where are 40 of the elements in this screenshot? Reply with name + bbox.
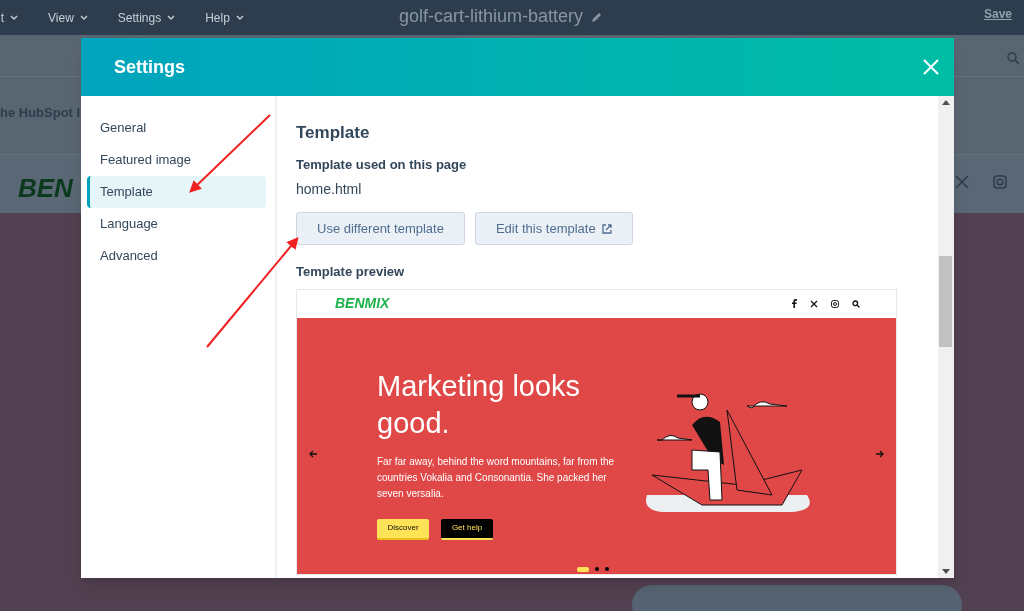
save-link[interactable]: Save <box>983 5 1012 23</box>
dialog-title: Settings <box>114 55 185 79</box>
search-icon[interactable] <box>852 299 860 308</box>
nav-item[interactable]: General <box>87 112 266 144</box>
hero-heading: Marketing looks good. <box>377 368 582 441</box>
instagram-icon[interactable] <box>831 299 839 308</box>
menu-button[interactable]: View <box>48 8 88 27</box>
facebook-icon[interactable] <box>791 299 797 308</box>
next-arrow-icon[interactable] <box>875 449 884 458</box>
help-button[interactable]: Get help <box>441 518 493 540</box>
menu-button[interactable]: Settings <box>117 8 176 27</box>
scrollbar[interactable] <box>938 96 954 578</box>
scroll-up-icon[interactable] <box>942 100 950 105</box>
caret-icon <box>79 15 88 20</box>
preview-logo: BENMIX <box>335 294 390 313</box>
page-title[interactable]: golf-cart-lithium-battery <box>399 3 584 30</box>
nav-item[interactable]: Language <box>87 208 266 240</box>
caret-icon <box>10 15 18 20</box>
hero-text: Far far away, behind the word mountains, far from the countries Vokalia and Consonantia. She packed her seven versalia. <box>377 454 616 501</box>
pencil-icon[interactable] <box>591 10 604 23</box>
edit-template-button[interactable]: Edit this template <box>474 212 633 245</box>
external-link-icon <box>601 223 612 234</box>
template-label: Template used on this page <box>296 155 468 174</box>
scrollbar-thumb[interactable] <box>939 256 952 347</box>
caret-icon <box>235 15 244 20</box>
preview-label: Template preview <box>296 263 406 281</box>
caret-icon <box>167 15 176 20</box>
nav-item[interactable]: Featured image <box>87 144 266 176</box>
x-logo-icon[interactable] <box>810 299 818 308</box>
template-name: home.html <box>296 180 363 199</box>
close-icon[interactable] <box>923 59 939 75</box>
use-template-button[interactable]: Use different template <box>296 212 465 245</box>
menu-button[interactable]: Help <box>205 8 244 27</box>
discover-button[interactable]: Discover <box>377 518 429 540</box>
section-title: Template <box>296 122 371 144</box>
nav-item[interactable]: Template <box>87 176 266 208</box>
previous-arrow-icon[interactable] <box>309 449 318 458</box>
nav-item[interactable]: Advanced <box>87 240 266 272</box>
logo-text: BEN <box>18 172 73 205</box>
scroll-down-icon[interactable] <box>942 569 950 574</box>
